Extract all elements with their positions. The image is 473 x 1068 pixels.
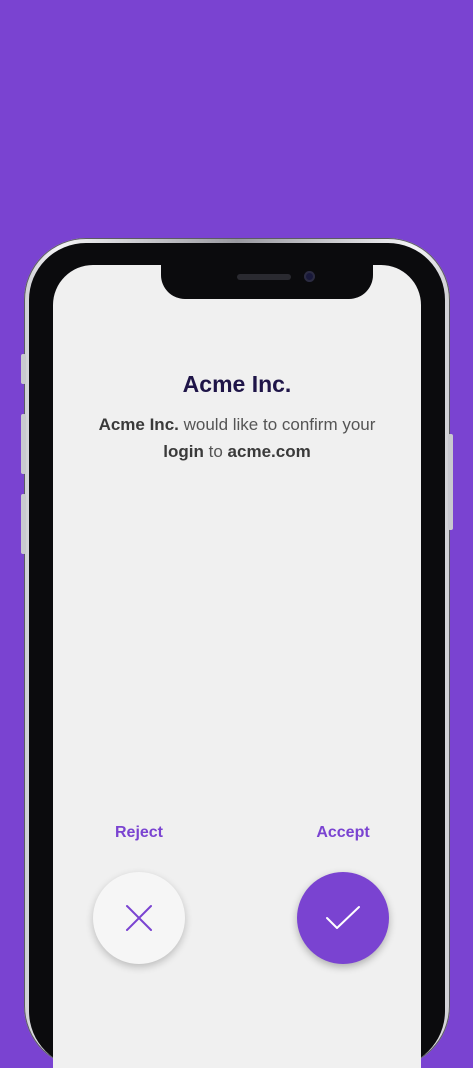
message-app-name: Acme Inc. [98,415,179,434]
notch [161,265,373,299]
checkmark-icon [326,906,360,929]
accept-button[interactable] [297,872,389,964]
close-icon [126,905,152,931]
silent-switch [21,354,26,384]
message-domain: acme.com [227,442,311,461]
phone-screen: Acme Inc. Acme Inc. would like to confir… [53,265,421,1068]
message-action: login [163,442,204,461]
page-title: Acme Inc. [182,371,292,397]
phone-frame: Acme Inc. Acme Inc. would like to confir… [21,238,453,1068]
reject-button[interactable] [93,872,185,964]
accept-label: Accept [316,824,370,841]
speaker [237,274,291,280]
reject-label: Reject [114,824,164,841]
power-button [448,434,453,530]
confirm-message: Acme Inc. would like to confirm your log… [79,411,395,465]
volume-up-button [21,414,26,474]
message-text-2: to [208,442,223,461]
phone-bezel: Acme Inc. Acme Inc. would like to confir… [29,243,445,1068]
message-text-1: would like to confirm your [183,415,376,434]
front-camera [304,271,315,282]
volume-down-button [21,494,26,554]
